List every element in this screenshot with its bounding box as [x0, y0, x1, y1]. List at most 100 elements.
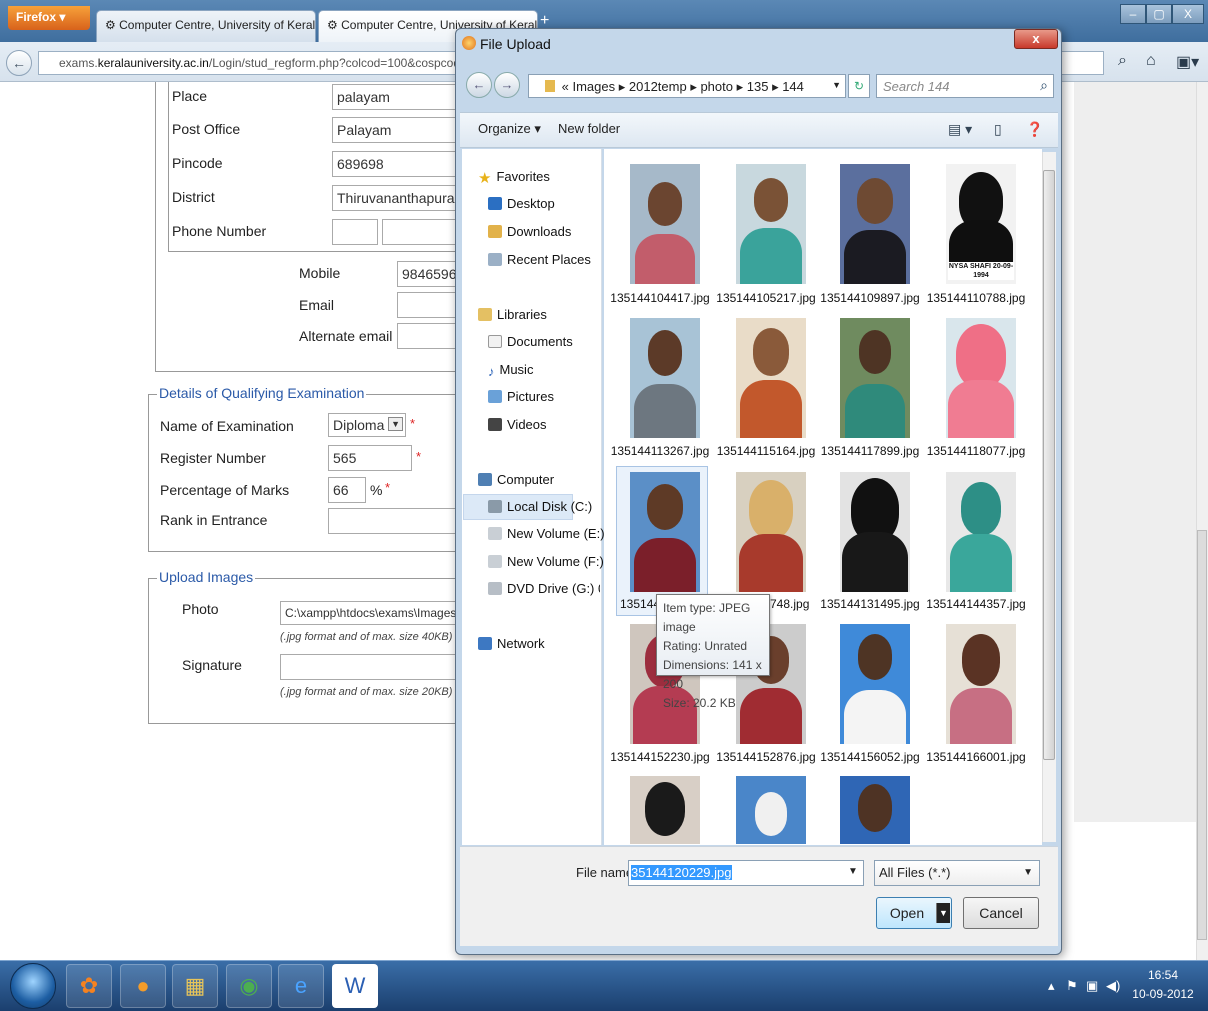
file-list-scrollbar-thumb[interactable] — [1043, 170, 1055, 760]
refresh-icon[interactable]: ↻ — [848, 74, 870, 98]
nav-recent-places[interactable]: Recent Places — [488, 252, 591, 267]
file-name[interactable]: 135144166001.jpg — [924, 750, 1028, 764]
register-number-field[interactable]: 565 — [328, 445, 412, 471]
file-name[interactable]: 135144110788.jpg — [924, 291, 1028, 305]
photo-thumbnail[interactable] — [840, 318, 910, 438]
nav-favorites[interactable]: ★ Favorites — [478, 169, 550, 187]
file-name[interactable]: 135144115164.jpg — [714, 444, 818, 458]
file-name[interactable]: 1351441 — [604, 597, 667, 611]
photo-thumbnail[interactable] — [630, 318, 700, 438]
system-clock[interactable]: 16:54 10-09-2012 — [1130, 966, 1196, 1004]
file-name[interactable]: 135144104417.jpg — [608, 291, 712, 305]
start-button[interactable] — [10, 963, 56, 1009]
file-name-input[interactable]: 35144120229.jpg — [628, 860, 864, 886]
help-icon[interactable]: ❓ — [1026, 121, 1043, 138]
nav-volume-f[interactable]: New Volume (F:) — [488, 554, 604, 569]
search-input[interactable]: Search 144 ⌕ — [876, 74, 1054, 98]
nav-pictures[interactable]: Pictures — [488, 389, 554, 404]
organize-button[interactable]: Organize ▾ — [478, 121, 541, 137]
file-name[interactable]: 135144152876.jpg — [714, 750, 818, 764]
show-hidden-icons-icon[interactable]: ▴ — [1048, 978, 1055, 994]
back-arrow-icon[interactable]: ← — [466, 72, 492, 98]
cancel-button[interactable]: Cancel — [963, 897, 1039, 929]
file-name[interactable]: 135144113267.jpg — [608, 444, 712, 458]
file-name[interactable]: 135144152230.jpg — [608, 750, 712, 764]
nav-network[interactable]: Network — [478, 636, 545, 651]
rank-field[interactable] — [328, 508, 473, 534]
addon-menu-icon[interactable]: ▣▾ — [1176, 52, 1199, 72]
photo-thumbnail[interactable] — [736, 164, 806, 284]
photo-thumbnail[interactable] — [840, 624, 910, 744]
open-options-chevron-icon[interactable]: ▼ — [936, 903, 950, 923]
file-name[interactable]: 135144118077.jpg — [924, 444, 1028, 458]
view-options-icon[interactable]: ▤ ▾ — [948, 121, 972, 138]
photo-thumbnail[interactable] — [736, 472, 806, 592]
photo-thumbnail[interactable] — [630, 472, 700, 592]
chevron-down-icon[interactable]: ▼ — [832, 80, 841, 90]
signature-file-input[interactable] — [280, 654, 472, 680]
file-name[interactable]: 135144117899.jpg — [818, 444, 922, 458]
nav-libraries[interactable]: Libraries — [478, 307, 547, 322]
file-name[interactable]: 135144109897.jpg — [818, 291, 922, 305]
nav-documents[interactable]: Documents — [488, 334, 573, 349]
search-icon[interactable]: ⌕ — [1118, 52, 1127, 70]
internet-explorer-icon[interactable]: e — [278, 964, 324, 1008]
photo-thumbnail[interactable] — [840, 164, 910, 284]
nav-computer[interactable]: Computer — [478, 472, 554, 487]
home-icon[interactable]: ⌂ — [1146, 52, 1156, 70]
preview-pane-icon[interactable]: ▯ — [994, 121, 1002, 138]
file-name[interactable]: 748.jpg — [770, 597, 820, 611]
search-icon[interactable]: ⌕ — [1040, 77, 1048, 94]
firefox-menu-button[interactable]: Firefox ▾ — [8, 6, 90, 30]
nav-dvd-drive[interactable]: DVD Drive (G:) 08072 — [488, 581, 600, 596]
file-explorer-icon[interactable]: ▦ — [172, 964, 218, 1008]
nav-local-disk[interactable]: Local Disk (C:) — [488, 499, 592, 514]
tab-1[interactable]: ⚙ Computer Centre, University of Kerala× — [96, 10, 316, 42]
network-status-icon[interactable]: ▣ — [1086, 978, 1098, 994]
chevron-down-icon[interactable]: ▼ — [848, 866, 858, 877]
photo-file-input[interactable]: C:\xampp\htdocs\exams\Images\201 — [280, 601, 472, 625]
percentage-field[interactable]: 66 — [328, 477, 366, 503]
breadcrumb-images[interactable]: Images — [572, 79, 615, 94]
nav-music[interactable]: ♪ Music — [488, 362, 533, 379]
page-scrollbar-thumb[interactable] — [1197, 530, 1207, 940]
photo-thumbnail[interactable] — [946, 624, 1016, 744]
photo-thumbnail[interactable] — [840, 472, 910, 592]
nav-downloads[interactable]: Downloads — [488, 224, 571, 239]
minimize-icon[interactable]: – — [1120, 4, 1146, 24]
photo-thumbnail[interactable] — [736, 776, 806, 844]
nav-videos[interactable]: Videos — [488, 417, 547, 432]
back-arrow-icon[interactable]: ← — [6, 50, 32, 76]
new-folder-button[interactable]: New folder — [558, 121, 620, 136]
breadcrumb-144[interactable]: 144 — [782, 79, 804, 94]
file-type-select[interactable]: All Files (*.*) ▼ — [874, 860, 1040, 886]
maximize-icon[interactable]: ▢ — [1146, 4, 1172, 24]
post-office-field[interactable]: Palayam — [332, 117, 472, 143]
word-icon[interactable]: W — [332, 964, 378, 1008]
breadcrumb-135[interactable]: 135 — [747, 79, 769, 94]
file-name[interactable]: 135144144357.jpg — [924, 597, 1028, 611]
breadcrumb-photo[interactable]: photo — [700, 79, 733, 94]
forward-arrow-icon[interactable]: → — [494, 72, 520, 98]
file-name[interactable]: 135144156052.jpg — [818, 750, 922, 764]
photo-thumbnail[interactable] — [946, 318, 1016, 438]
district-field[interactable]: Thiruvananthapuram — [332, 185, 472, 211]
exam-name-select[interactable]: Diploma ▼ — [328, 413, 406, 437]
nav-desktop[interactable]: Desktop — [488, 196, 555, 211]
close-window-icon[interactable]: X — [1172, 4, 1204, 24]
breadcrumb-overflow[interactable]: « — [562, 79, 569, 94]
breadcrumb-2012temp[interactable]: 2012temp — [629, 79, 687, 94]
action-center-icon[interactable]: ⚑ — [1066, 978, 1078, 994]
photo-thumbnail[interactable] — [840, 776, 910, 844]
photo-thumbnail[interactable] — [630, 776, 700, 844]
nav-volume-e[interactable]: New Volume (E:) — [488, 526, 605, 541]
phone-std-field[interactable] — [332, 219, 378, 245]
breadcrumb[interactable]: « Images ▸ 2012temp ▸ photo ▸ 135 ▸ 144 … — [528, 74, 846, 98]
volume-icon[interactable]: ◀) — [1106, 978, 1120, 994]
place-field[interactable]: palayam — [332, 84, 472, 110]
file-name[interactable]: 135144105217.jpg — [714, 291, 818, 305]
photo-thumbnail[interactable]: NYSA SHAFI 20-09-1994 — [946, 164, 1016, 284]
photo-thumbnail[interactable] — [736, 318, 806, 438]
photo-thumbnail[interactable] — [946, 472, 1016, 592]
pincode-field[interactable]: 689698 — [332, 151, 472, 177]
